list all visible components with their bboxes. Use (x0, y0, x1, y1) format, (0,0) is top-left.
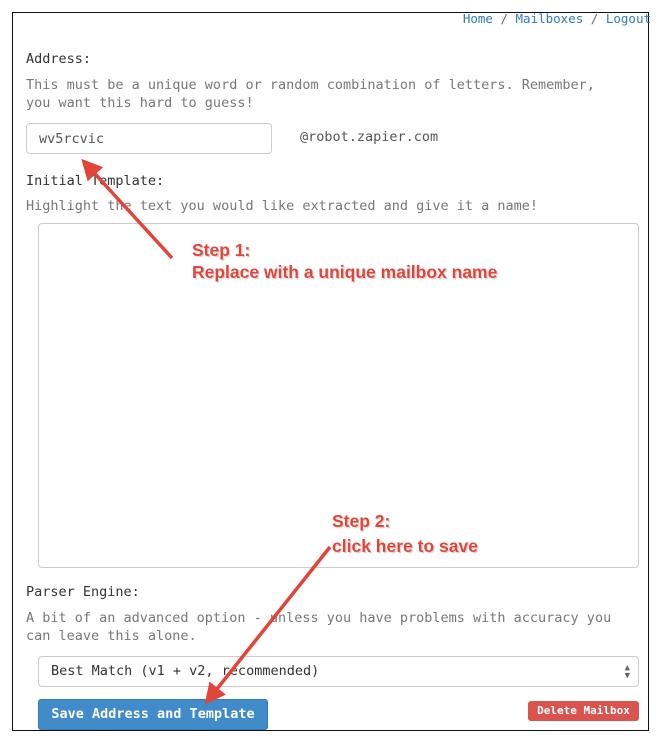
step1-arrow (81, 158, 174, 260)
annotation-arrows (81, 158, 332, 705)
step1-title: Step 1: (192, 240, 251, 260)
step2-title: Step 2: (332, 511, 391, 531)
step2-arrow (204, 545, 332, 705)
step1-text: Replace with a unique mailbox name (192, 262, 498, 282)
step2-text: click here to save (332, 536, 478, 556)
